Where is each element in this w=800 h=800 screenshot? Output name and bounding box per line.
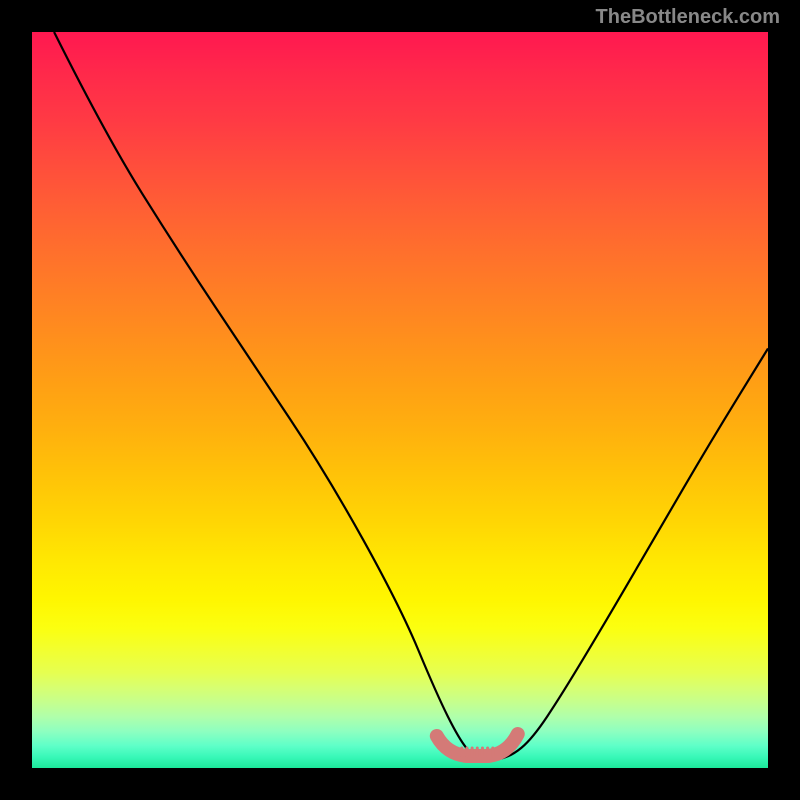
minimum-marker — [32, 32, 768, 768]
chart-plot-area — [32, 32, 768, 768]
watermark-text: TheBottleneck.com — [596, 6, 780, 29]
